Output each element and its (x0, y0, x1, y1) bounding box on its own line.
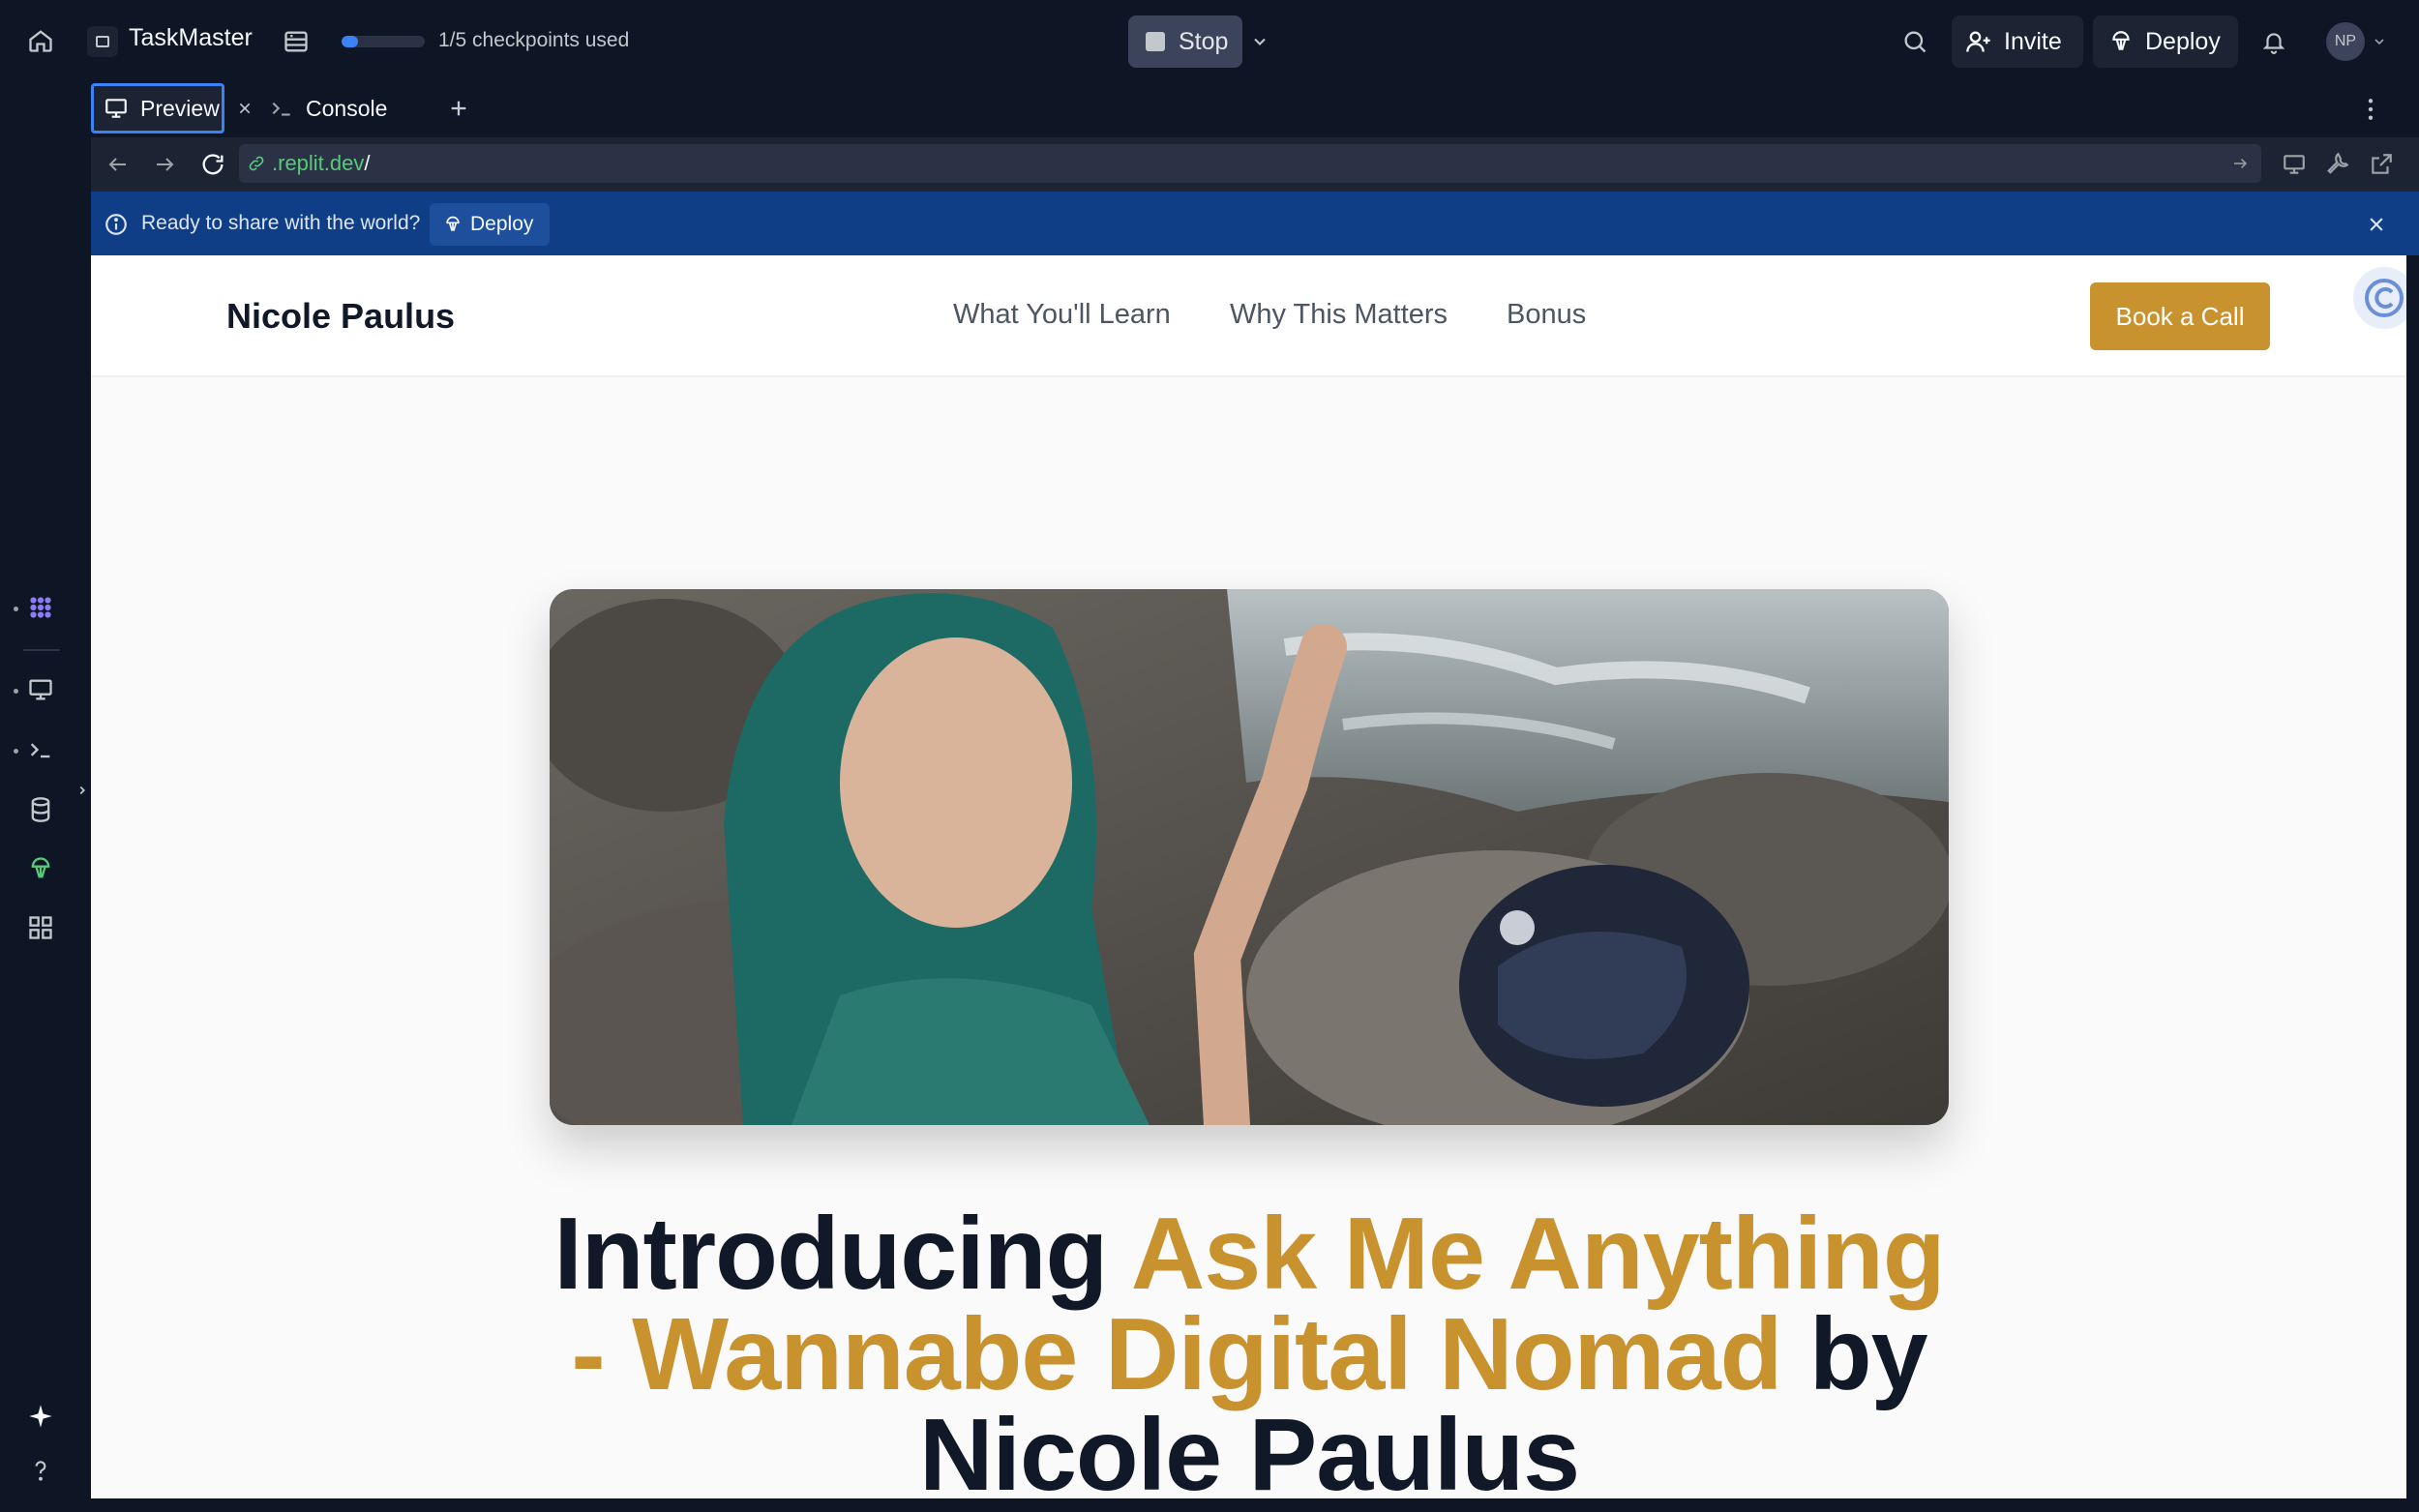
database-rail-icon[interactable] (21, 790, 60, 829)
tab-console-label: Console (306, 95, 388, 121)
deploy-button[interactable]: Deploy (2093, 15, 2238, 68)
left-rail (0, 83, 81, 1512)
url-domain: .replit.dev (272, 151, 365, 175)
stop-icon (1146, 32, 1165, 51)
url-path: / (364, 151, 371, 175)
monitor-icon[interactable] (21, 670, 60, 709)
book-a-call-button[interactable]: Book a Call (2090, 282, 2270, 350)
add-user-icon (1965, 28, 1992, 55)
invite-button[interactable]: Invite (1952, 15, 2083, 68)
back-icon[interactable] (101, 147, 135, 182)
banner-deploy-label: Deploy (470, 213, 534, 235)
deploy-icon (2108, 28, 2134, 55)
banner-message: Ready to share with the world? (141, 212, 421, 234)
close-icon[interactable] (232, 95, 257, 122)
deploy-banner: Ready to share with the world? Deploy (91, 192, 2419, 255)
rail-dot (14, 749, 18, 754)
checkpoint-progress-bar (342, 36, 425, 47)
workspace-tab-bar: Preview Console (91, 83, 2419, 137)
add-tab-icon[interactable] (443, 93, 474, 124)
chevron-down-icon[interactable] (2370, 31, 2389, 52)
search-icon[interactable] (1898, 25, 1931, 58)
open-external-icon[interactable] (2365, 147, 2398, 182)
tab-preview[interactable]: Preview (91, 83, 224, 133)
stop-button[interactable]: Stop (1128, 15, 1242, 68)
terminal-icon (269, 96, 294, 121)
terminal-icon[interactable] (21, 730, 60, 769)
devtools-wrench-icon[interactable] (2321, 147, 2354, 182)
checkpoint-progress-fill (342, 36, 359, 47)
deploy-rail-icon[interactable] (21, 849, 60, 888)
app-name[interactable]: TaskMaster (129, 24, 253, 52)
banner-deploy-button[interactable]: Deploy (430, 203, 550, 246)
tab-preview-label: Preview (140, 95, 220, 121)
forward-icon[interactable] (147, 147, 182, 182)
tab-console[interactable]: Console (269, 83, 414, 133)
database-icon[interactable] (278, 23, 314, 60)
reload-icon[interactable] (195, 147, 230, 182)
help-icon[interactable] (21, 1451, 60, 1490)
hero-title-intro: Introducing (553, 1197, 1131, 1311)
home-icon[interactable] (21, 21, 60, 60)
hero-photo-illustration (550, 589, 1949, 1125)
avatar[interactable]: NP (2326, 22, 2365, 61)
rail-dot (14, 689, 18, 694)
sparkle-icon[interactable] (21, 1397, 60, 1436)
deploy-label: Deploy (2145, 27, 2221, 55)
stop-label: Stop (1179, 27, 1229, 55)
deploy-icon (443, 214, 463, 235)
more-vertical-icon[interactable] (2359, 95, 2382, 124)
apps-grid-icon[interactable] (21, 908, 60, 947)
hero-title: Introducing Ask Me Anything - Wannabe Di… (550, 1202, 1949, 1498)
site-navbar: Nicole Paulus What You'll Learn Why This… (91, 255, 2406, 377)
website-preview: Nicole Paulus What You'll Learn Why This… (91, 255, 2406, 1498)
agent-icon[interactable] (21, 588, 60, 627)
nav-link-what-youll-learn[interactable]: What You'll Learn (953, 299, 1171, 331)
monitor-icon (104, 96, 129, 121)
site-brand[interactable]: Nicole Paulus (226, 296, 455, 337)
invite-label: Invite (2004, 27, 2062, 55)
top-bar: TaskMaster 1/5 checkpoints used Stop Inv… (0, 0, 2419, 83)
bell-icon[interactable] (2256, 23, 2291, 60)
rail-dot (14, 607, 18, 611)
preview-toolbar: .replit.dev / (91, 137, 2419, 192)
chevron-down-icon[interactable] (1248, 25, 1271, 58)
checkpoint-status: 1/5 checkpoints used (438, 29, 630, 51)
hero-photo (550, 589, 1949, 1125)
rail-divider (23, 649, 60, 651)
app-logo[interactable] (87, 26, 118, 57)
floating-widget-icon[interactable] (2353, 267, 2406, 329)
info-icon (103, 211, 130, 238)
link-icon (247, 154, 266, 173)
arrow-right-icon[interactable] (2228, 152, 2252, 175)
close-icon[interactable] (2363, 211, 2390, 238)
url-input[interactable]: .replit.dev / (239, 144, 2261, 183)
nav-link-bonus[interactable]: Bonus (1507, 299, 1586, 331)
device-preview-icon[interactable] (2278, 147, 2311, 182)
nav-link-why-this-matters[interactable]: Why This Matters (1230, 299, 1448, 331)
chevron-right-icon[interactable] (75, 780, 89, 801)
